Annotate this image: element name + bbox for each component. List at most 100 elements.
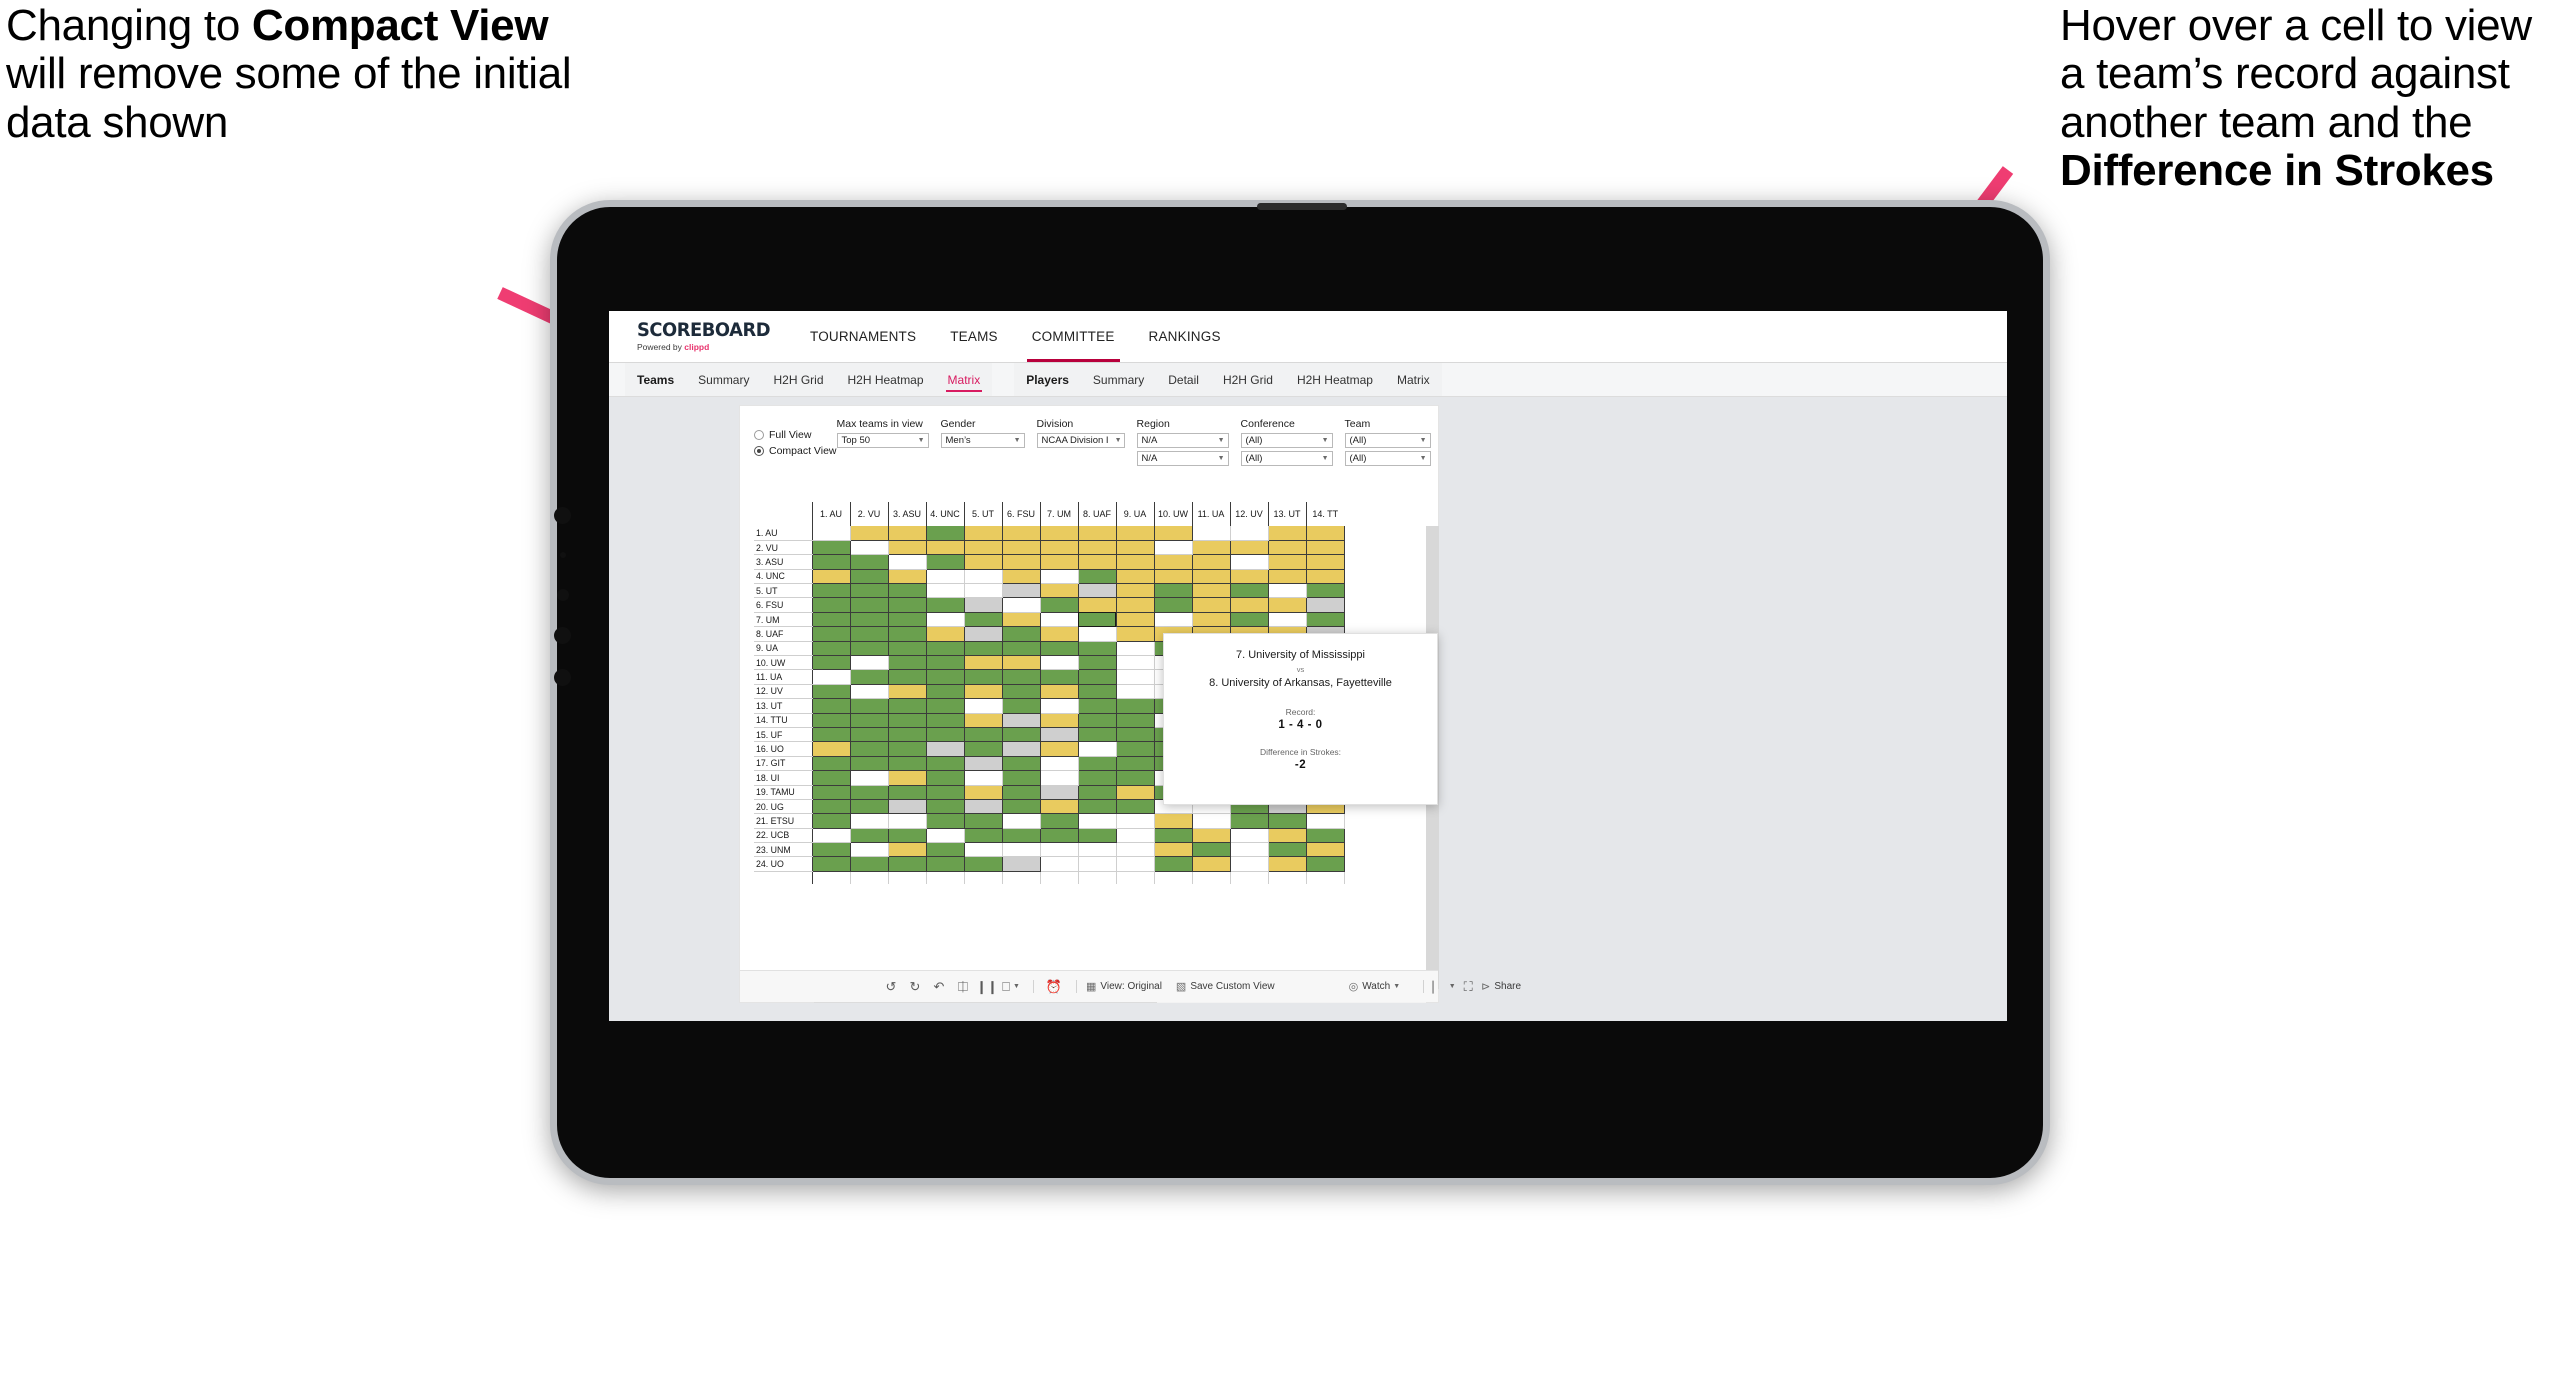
tab-players-matrix[interactable]: Matrix <box>1385 363 1442 396</box>
matrix-cell[interactable] <box>812 727 851 743</box>
matrix-cell[interactable] <box>964 655 1003 671</box>
matrix-cell[interactable] <box>964 569 1003 585</box>
matrix-cell[interactable] <box>1230 526 1269 541</box>
matrix-cell[interactable] <box>1002 828 1041 844</box>
matrix-cell[interactable] <box>1154 828 1193 844</box>
matrix-cell[interactable] <box>850 554 889 570</box>
nav-item-teams[interactable]: TEAMS <box>933 311 1015 362</box>
matrix-cell[interactable] <box>1078 756 1117 772</box>
matrix-cell[interactable] <box>1002 684 1041 700</box>
matrix-cell[interactable] <box>1040 583 1079 599</box>
matrix-cell[interactable] <box>926 856 965 872</box>
matrix-cell[interactable] <box>1002 597 1041 613</box>
matrix-cell[interactable] <box>1116 612 1155 628</box>
matrix-cell[interactable] <box>1040 713 1079 728</box>
matrix-cell[interactable] <box>1040 526 1079 541</box>
matrix-cell[interactable] <box>1002 813 1041 829</box>
matrix-cell[interactable] <box>888 770 927 786</box>
matrix-cell[interactable] <box>926 785 965 800</box>
matrix-cell[interactable] <box>850 655 889 671</box>
tab-players-detail[interactable]: Detail <box>1156 363 1211 396</box>
matrix-cell[interactable] <box>1154 597 1193 613</box>
matrix-cell[interactable] <box>1040 813 1079 829</box>
matrix-cell[interactable] <box>926 655 965 671</box>
matrix-cell[interactable] <box>1040 756 1079 772</box>
filter-max-teams-select[interactable]: Top 50 ▼ <box>836 433 929 448</box>
matrix-cell[interactable] <box>888 813 927 829</box>
matrix-cell[interactable] <box>1116 741 1155 757</box>
matrix-cell[interactable] <box>888 684 927 700</box>
matrix-cell[interactable] <box>1154 554 1193 570</box>
matrix-cell[interactable] <box>926 612 965 628</box>
matrix-cell[interactable] <box>1306 828 1345 844</box>
matrix-cell[interactable] <box>1040 641 1079 657</box>
matrix-cell[interactable] <box>926 626 965 642</box>
matrix-cell[interactable] <box>1002 842 1041 858</box>
matrix-cell[interactable] <box>1040 856 1079 872</box>
matrix-cell[interactable] <box>1268 856 1307 872</box>
matrix-cell[interactable] <box>1116 626 1155 642</box>
matrix-cell[interactable] <box>1116 799 1155 815</box>
matrix-cell[interactable] <box>1306 540 1345 556</box>
matrix-cell[interactable] <box>1040 569 1079 585</box>
matrix-cell[interactable] <box>1002 583 1041 599</box>
matrix-cell[interactable] <box>1002 727 1041 743</box>
matrix-cell[interactable] <box>926 526 965 541</box>
matrix-cell[interactable] <box>888 583 927 599</box>
matrix-cell[interactable] <box>1306 842 1345 858</box>
matrix-cell[interactable] <box>926 756 965 772</box>
matrix-cell[interactable] <box>812 741 851 757</box>
matrix-cell[interactable] <box>964 669 1003 685</box>
matrix-cell[interactable] <box>850 626 889 642</box>
matrix-cell[interactable] <box>926 684 965 700</box>
matrix-cell[interactable] <box>812 713 851 728</box>
matrix-cell[interactable] <box>888 698 927 714</box>
tab-players-summary[interactable]: Summary <box>1081 363 1156 396</box>
matrix-cell[interactable] <box>888 856 927 872</box>
matrix-cell[interactable] <box>1078 713 1117 728</box>
matrix-cell[interactable] <box>1078 698 1117 714</box>
matrix-cell[interactable] <box>1154 856 1193 872</box>
matrix-cell[interactable] <box>1192 612 1231 628</box>
matrix-cell[interactable] <box>964 583 1003 599</box>
matrix-cell[interactable] <box>888 828 927 844</box>
matrix-cell[interactable] <box>1268 569 1307 585</box>
matrix-cell[interactable] <box>1268 828 1307 844</box>
matrix-cell[interactable] <box>888 799 927 815</box>
matrix-cell[interactable] <box>850 569 889 585</box>
matrix-cell[interactable] <box>888 727 927 743</box>
matrix-cell[interactable] <box>964 713 1003 728</box>
matrix-cell[interactable] <box>1002 741 1041 757</box>
matrix-cell[interactable] <box>1154 813 1193 829</box>
matrix-cell[interactable] <box>888 756 927 772</box>
shape-icon[interactable]: ⎕ ▼ <box>1000 976 1022 998</box>
matrix-cell[interactable] <box>964 813 1003 829</box>
matrix-cell[interactable] <box>1002 526 1041 541</box>
matrix-cell[interactable] <box>926 799 965 815</box>
matrix-cell[interactable] <box>1192 842 1231 858</box>
matrix-cell[interactable] <box>964 856 1003 872</box>
matrix-cell[interactable] <box>1154 526 1193 541</box>
matrix-cell[interactable] <box>1040 799 1079 815</box>
save-custom-view-button[interactable]: ▧ Save Custom View <box>1176 980 1275 993</box>
tab-players-h2h-heatmap[interactable]: H2H Heatmap <box>1285 363 1385 396</box>
matrix-cell[interactable] <box>1078 856 1117 872</box>
matrix-cell[interactable] <box>850 583 889 599</box>
matrix-cell[interactable] <box>888 540 927 556</box>
matrix-cell[interactable] <box>1154 612 1193 628</box>
matrix-cell[interactable] <box>850 770 889 786</box>
matrix-cell[interactable] <box>1116 727 1155 743</box>
matrix-cell[interactable] <box>1002 756 1041 772</box>
matrix-cell[interactable] <box>1306 597 1345 613</box>
matrix-cell[interactable] <box>1040 828 1079 844</box>
matrix-cell[interactable] <box>1192 597 1231 613</box>
matrix-cell[interactable] <box>812 626 851 642</box>
matrix-cell[interactable] <box>1078 554 1117 570</box>
history-icon[interactable]: ⏰ <box>1043 976 1065 998</box>
matrix-cell[interactable] <box>1268 540 1307 556</box>
matrix-cell[interactable] <box>1078 741 1117 757</box>
matrix-cell[interactable] <box>1116 569 1155 585</box>
view-original-button[interactable]: ▦ View: Original <box>1086 980 1162 993</box>
matrix-cell[interactable] <box>1078 569 1117 585</box>
matrix-cell[interactable] <box>926 669 965 685</box>
